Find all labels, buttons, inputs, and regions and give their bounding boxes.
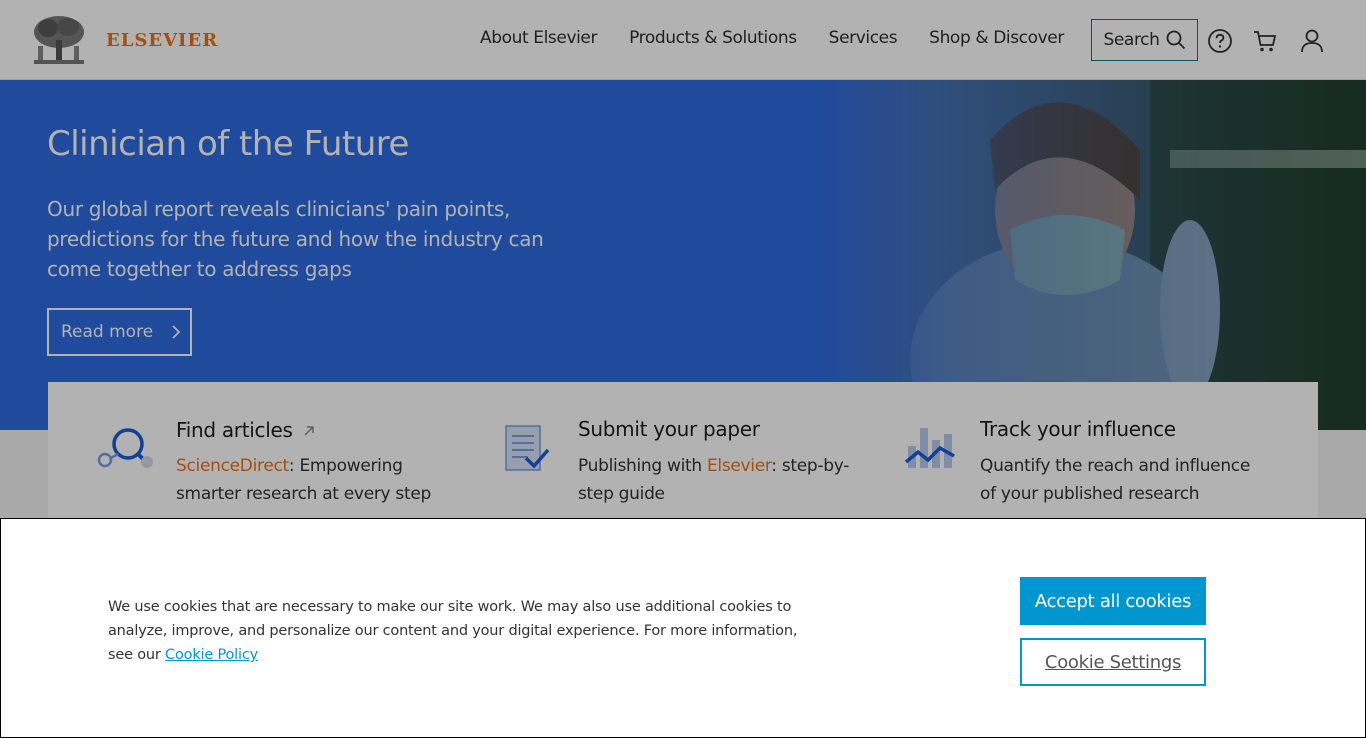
cookie-message: We use cookies that are necessary to mak… [108,595,808,667]
cookie-settings-button[interactable]: Cookie Settings [1020,638,1206,686]
cookie-banner: We use cookies that are necessary to mak… [0,518,1366,738]
accept-all-cookies-button[interactable]: Accept all cookies [1020,577,1206,625]
cookie-policy-link[interactable]: Cookie Policy [165,647,258,663]
